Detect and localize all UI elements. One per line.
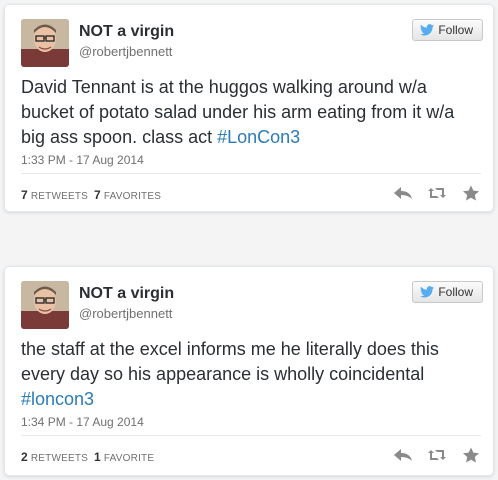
retweets-label: Retweets bbox=[30, 453, 89, 464]
divider bbox=[21, 435, 481, 436]
favorite-icon[interactable] bbox=[461, 447, 481, 463]
retweets-stat[interactable]: 7 Retweets bbox=[21, 188, 88, 202]
retweets-stat[interactable]: 2 Retweets bbox=[21, 450, 88, 464]
favorites-label: Favorite bbox=[103, 453, 155, 464]
favorite-count: 7 bbox=[94, 188, 101, 202]
hashtag-link[interactable]: #LonCon3 bbox=[217, 127, 300, 147]
display-name[interactable]: NOT a virgin bbox=[79, 23, 174, 41]
username-handle[interactable]: @robertjbennett bbox=[79, 306, 172, 321]
retweets-label: Retweets bbox=[30, 191, 89, 202]
tweet-actions bbox=[393, 447, 481, 463]
tweet-body: the staff at the excel informs me he lit… bbox=[21, 339, 439, 384]
tweet-card: NOT a virgin @robertjbennett Follow Davi… bbox=[4, 4, 494, 212]
favorite-icon[interactable] bbox=[461, 185, 481, 201]
tweet-actions bbox=[393, 185, 481, 201]
follow-label: Follow bbox=[438, 285, 473, 299]
retweet-icon[interactable] bbox=[427, 185, 447, 201]
tweet-text: David Tennant is at the huggos walking a… bbox=[21, 75, 475, 150]
favorites-stat[interactable]: 7 Favorites bbox=[94, 188, 161, 202]
divider bbox=[21, 173, 481, 174]
hashtag-link[interactable]: #loncon3 bbox=[21, 389, 94, 409]
favorites-stat[interactable]: 1 Favorite bbox=[94, 450, 154, 464]
reply-icon[interactable] bbox=[393, 185, 413, 201]
timestamp[interactable]: 1:34 PM - 17 Aug 2014 bbox=[21, 415, 144, 429]
favorite-count: 1 bbox=[94, 450, 101, 464]
twitter-bird-icon bbox=[420, 286, 435, 298]
retweet-count: 2 bbox=[21, 450, 28, 464]
retweet-count: 7 bbox=[21, 188, 28, 202]
engagement-stats: 2 Retweets 1 Favorite bbox=[21, 450, 154, 464]
follow-label: Follow bbox=[438, 23, 473, 37]
retweet-icon[interactable] bbox=[427, 447, 447, 463]
timestamp[interactable]: 1:33 PM - 17 Aug 2014 bbox=[21, 153, 144, 167]
tweet-text: the staff at the excel informs me he lit… bbox=[21, 337, 475, 412]
twitter-bird-icon bbox=[420, 24, 435, 36]
avatar[interactable] bbox=[21, 281, 69, 329]
username-handle[interactable]: @robertjbennett bbox=[79, 44, 172, 59]
avatar[interactable] bbox=[21, 19, 69, 67]
reply-icon[interactable] bbox=[393, 447, 413, 463]
follow-button[interactable]: Follow bbox=[412, 281, 483, 303]
display-name[interactable]: NOT a virgin bbox=[79, 285, 174, 303]
avatar-image bbox=[21, 281, 69, 329]
engagement-stats: 7 Retweets 7 Favorites bbox=[21, 188, 161, 202]
favorites-label: Favorites bbox=[103, 191, 162, 202]
follow-button[interactable]: Follow bbox=[412, 19, 483, 41]
tweet-card: NOT a virgin @robertjbennett Follow the … bbox=[4, 266, 494, 476]
avatar-image bbox=[21, 19, 69, 67]
